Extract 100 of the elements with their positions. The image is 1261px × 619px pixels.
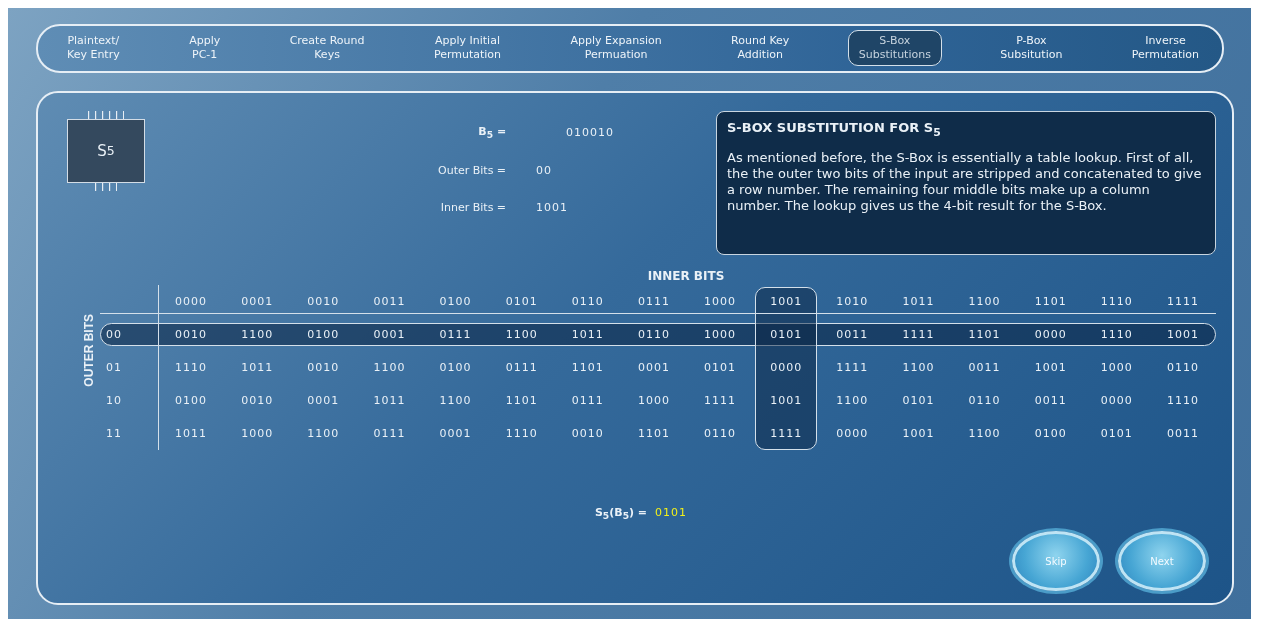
table-cell-text: 0110 <box>1165 359 1200 376</box>
table-cell-text: 0100 <box>174 392 209 409</box>
nav-tab[interactable]: Apply PC-1 <box>178 30 232 67</box>
table-cell-text: 1100 <box>967 425 1002 442</box>
column-header: 1000 <box>703 293 738 310</box>
table-cell-text: 1000 <box>703 326 738 343</box>
table-cell-text: 0001 <box>438 425 473 442</box>
input-label: B$_{5}$ = <box>478 124 507 140</box>
table-cell-text: 1000 <box>1099 359 1134 376</box>
table-cell-text: 0111 <box>570 392 605 409</box>
nav-tab[interactable]: P-Box Subsitution <box>989 30 1074 67</box>
result-label: S$_{5}$(B$_{5}$) = <box>594 505 648 519</box>
table-cell-text: 0101 <box>1099 425 1134 442</box>
row-header: 11 <box>105 425 123 442</box>
table-cell-text: 1001 <box>1033 359 1068 376</box>
table-cell-text: 1101 <box>636 425 671 442</box>
table-cell-text: 0001 <box>306 392 341 409</box>
column-header: 0101 <box>504 293 539 310</box>
input-value: 010010 <box>566 125 615 139</box>
table-cell-text: 0001 <box>636 359 671 376</box>
table-cell-text: 1011 <box>570 326 605 343</box>
column-header: 0110 <box>570 293 605 310</box>
column-header: 1101 <box>1033 293 1068 310</box>
table-cell-text: 0000 <box>835 425 870 442</box>
nav-tab[interactable]: Inverse Permutation <box>1120 30 1210 67</box>
info-title: S-BOX SUBSTITUTION FOR S$_{5}$ <box>727 119 942 139</box>
input-value: 00 <box>536 164 554 177</box>
table-cell-text: 1001 <box>1165 326 1200 343</box>
table-cell-text: 0011 <box>1165 425 1200 442</box>
table-cell-text: 1011 <box>240 359 275 376</box>
table-cell-text: 1110 <box>1165 392 1200 409</box>
column-header: 1110 <box>1099 293 1134 310</box>
input-label: Inner Bits = <box>440 201 507 214</box>
column-header: 0010 <box>306 293 341 310</box>
table-cell-text: 0010 <box>174 326 209 343</box>
nav-tab[interactable]: Create Round Keys <box>278 30 376 67</box>
table-cell-text: 0100 <box>306 326 341 343</box>
table-cell-text: 0000 <box>1099 392 1134 409</box>
column-header: 1011 <box>901 293 936 310</box>
input-value: 1001 <box>536 201 570 214</box>
table-cell-text: 0010 <box>306 359 341 376</box>
nav-tab[interactable]: S-Box Substitutions <box>847 30 942 67</box>
table-cell-text: 0110 <box>636 326 671 343</box>
column-header: 0011 <box>372 293 407 310</box>
table-cell-text: 1001 <box>901 425 936 442</box>
row-header: 01 <box>105 359 123 376</box>
table-cell-text: 1100 <box>240 326 275 343</box>
column-header: 1010 <box>835 293 870 310</box>
table-cell-text: 1110 <box>174 359 209 376</box>
table-cell-text: 0100 <box>1033 425 1068 442</box>
table-cell-text: 0101 <box>901 392 936 409</box>
column-header: 0100 <box>438 293 473 310</box>
table-cell-text: 1000 <box>240 425 275 442</box>
table-cell-text: 0010 <box>570 425 605 442</box>
table-cell-text: 1100 <box>438 392 473 409</box>
table-cell-text: 1111 <box>835 359 870 376</box>
table-cell-text: 1101 <box>570 359 605 376</box>
pins-icon <box>95 182 117 191</box>
table-cell-text: 0001 <box>372 326 407 343</box>
column-header: 1100 <box>967 293 1002 310</box>
column-header: 0001 <box>240 293 275 310</box>
info-text: As mentioned before, the S-Box is essentially a table lookup. First of all, the the outer two bits of the input are stripped and concatenated to give a row number. The remaining four middle bits make up a column number. The lookup gives us the 4-bit result for the S-Box. <box>727 150 1203 215</box>
table-cell-text: 1011 <box>174 425 209 442</box>
row-header: 10 <box>105 392 123 409</box>
table-cell-text: 1100 <box>372 359 407 376</box>
table-cell-text: 1101 <box>504 392 539 409</box>
table-cell-text: 1111 <box>769 425 804 442</box>
table-cell-text: 1100 <box>835 392 870 409</box>
nav-tab[interactable]: Plaintext/ Key Entry <box>56 30 131 67</box>
table-cell-text: 0111 <box>372 425 407 442</box>
table-cell-text: 0011 <box>967 359 1002 376</box>
table-cell-text: 0111 <box>438 326 473 343</box>
column-header: 1001 <box>769 293 804 310</box>
table-cell-text: 0011 <box>835 326 870 343</box>
result-value: 0101 <box>655 505 688 519</box>
table-cell-text: 1011 <box>372 392 407 409</box>
table-cell-text: 0100 <box>438 359 473 376</box>
table-cell-text: 0110 <box>703 425 738 442</box>
table-cell-text: 1100 <box>901 359 936 376</box>
table-cell-text: 1111 <box>703 392 738 409</box>
table-cell-text: 1110 <box>504 425 539 442</box>
column-header: 0111 <box>636 293 671 310</box>
table-cell-text: 1101 <box>967 326 1002 343</box>
column-header: 0000 <box>174 293 209 310</box>
table-cell-text: 0000 <box>769 359 804 376</box>
table-cell-text: 0000 <box>1033 326 1068 343</box>
table-cell-text: 0010 <box>240 392 275 409</box>
nav-tab[interactable]: Round Key Addition <box>720 30 801 67</box>
row-header: 00 <box>105 326 123 343</box>
table-cell-text: 1100 <box>504 326 539 343</box>
table-cell-text: 1111 <box>901 326 936 343</box>
pins-icon <box>88 110 124 119</box>
table-cell-text: 1110 <box>1099 326 1134 343</box>
nav-tab[interactable]: Apply Expansion Permuation <box>559 30 673 67</box>
table-cell-text: 0101 <box>703 359 738 376</box>
table-cell-text: 0101 <box>769 326 804 343</box>
table-cell-text: 1001 <box>769 392 804 409</box>
table-cell-text: 0011 <box>1033 392 1068 409</box>
nav-tab[interactable]: Apply Initial Permutation <box>422 30 513 67</box>
table-cell-text: 0111 <box>504 359 539 376</box>
